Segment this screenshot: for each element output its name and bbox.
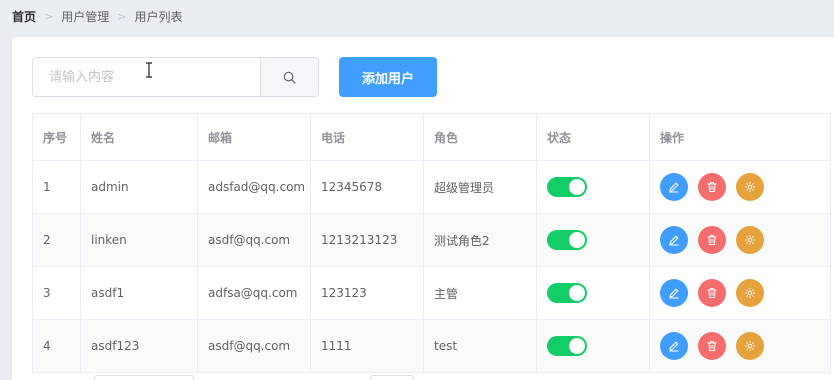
cell-role: 测试角色2 (423, 213, 537, 267)
edit-button[interactable] (660, 173, 688, 201)
column-header-name: 姓名 (80, 113, 198, 161)
page-jump-input[interactable] (370, 375, 414, 380)
breadcrumb-home[interactable]: 首页 (12, 8, 36, 25)
search-icon (283, 71, 296, 83)
delete-button[interactable] (698, 226, 726, 254)
cell-status (536, 319, 650, 373)
table-header-row: 序号 姓名 邮箱 电话 角色 状态 操作 (32, 113, 831, 161)
breadcrumb-user-list: 用户列表 (134, 9, 183, 24)
text-cursor-icon (146, 62, 152, 78)
delete-button[interactable] (698, 173, 726, 201)
breadcrumb: 首页 > 用户管理 > 用户列表 (12, 7, 182, 25)
page-size-select[interactable] (94, 375, 194, 380)
add-user-button[interactable]: 添加用户 (339, 57, 437, 97)
delete-button[interactable] (698, 332, 726, 360)
cell-phone: 12345678 (310, 160, 424, 214)
cell-phone: 123123 (310, 266, 424, 320)
content-card: 添加用户 序号 姓名 邮箱 电话 角色 状态 操作 1adminadsfad@q… (12, 37, 834, 380)
cell-name: linken (80, 213, 198, 267)
cell-status (536, 213, 650, 267)
edit-icon (668, 234, 680, 246)
edit-icon (668, 287, 680, 299)
cell-email: asdf@qq.com (197, 319, 311, 373)
edit-button[interactable] (660, 226, 688, 254)
cell-index: 4 (32, 319, 81, 373)
settings-icon (744, 340, 756, 352)
user-table: 序号 姓名 邮箱 电话 角色 状态 操作 1 admin adsfad@qq.com… (32, 113, 831, 373)
breadcrumb-user-management: 用户管理 (61, 9, 110, 24)
cell-index: 1 (32, 160, 81, 214)
status-switch[interactable] (547, 283, 587, 303)
table-row: 1 admin adsfad@qq.com 12345678 超级管理员 (32, 160, 831, 214)
switch-knob (569, 285, 585, 301)
table-row: 3 asdf1 adfsa@qq.com 123123 主管 (32, 266, 831, 320)
cell-email: asdf@qq.com (197, 213, 311, 267)
breadcrumb-separator-icon: > (44, 9, 54, 23)
edit-icon (668, 340, 680, 352)
settings-icon (744, 287, 756, 299)
assign-role-button[interactable] (736, 332, 764, 360)
settings-icon (744, 234, 756, 246)
edit-button[interactable] (660, 332, 688, 360)
delete-icon (706, 181, 718, 193)
column-header-role: 角色 (423, 113, 537, 161)
cell-phone: 1213213123 (310, 213, 424, 267)
cell-role: 主管 (423, 266, 537, 320)
column-header-email: 邮箱 (197, 113, 311, 161)
cell-role: test (423, 319, 537, 373)
breadcrumb-separator-icon: > (117, 9, 127, 23)
switch-knob (569, 338, 585, 354)
switch-knob (569, 179, 585, 195)
cell-email: adsfad@qq.com (197, 160, 311, 214)
cell-actions (649, 319, 831, 373)
column-header-index: 序号 (32, 113, 81, 161)
cell-actions (649, 213, 831, 267)
assign-role-button[interactable] (736, 226, 764, 254)
search-button[interactable] (260, 58, 318, 96)
settings-icon (744, 181, 756, 193)
column-header-actions: 操作 (649, 113, 831, 161)
delete-icon (706, 340, 718, 352)
column-header-phone: 电话 (310, 113, 424, 161)
switch-knob (569, 232, 585, 248)
delete-icon (706, 234, 718, 246)
cell-status (536, 160, 650, 214)
cell-name: admin (80, 160, 198, 214)
delete-icon (706, 287, 718, 299)
cell-role: 超级管理员 (423, 160, 537, 214)
cell-index: 3 (32, 266, 81, 320)
column-header-status: 状态 (536, 113, 650, 161)
cell-actions (649, 160, 831, 214)
cell-actions (649, 266, 831, 320)
cell-email: adfsa@qq.com (197, 266, 311, 320)
delete-button[interactable] (698, 279, 726, 307)
cell-phone: 1111 (310, 319, 424, 373)
action-group (660, 173, 820, 201)
assign-role-button[interactable] (736, 173, 764, 201)
cell-name: asdf123 (80, 319, 198, 373)
status-switch[interactable] (547, 230, 587, 250)
table-row: 2 linken asdf@qq.com 1213213123 测试角色2 (32, 213, 831, 267)
cell-name: asdf1 (80, 266, 198, 320)
action-group (660, 279, 820, 307)
edit-icon (668, 181, 680, 193)
status-switch[interactable] (547, 336, 587, 356)
action-group (660, 226, 820, 254)
search-box (32, 57, 319, 97)
cell-status (536, 266, 650, 320)
action-group (660, 332, 820, 360)
table-row: 4 asdf123 asdf@qq.com 1111 test (32, 319, 831, 373)
edit-button[interactable] (660, 279, 688, 307)
status-switch[interactable] (547, 177, 587, 197)
assign-role-button[interactable] (736, 279, 764, 307)
cell-index: 2 (32, 213, 81, 267)
